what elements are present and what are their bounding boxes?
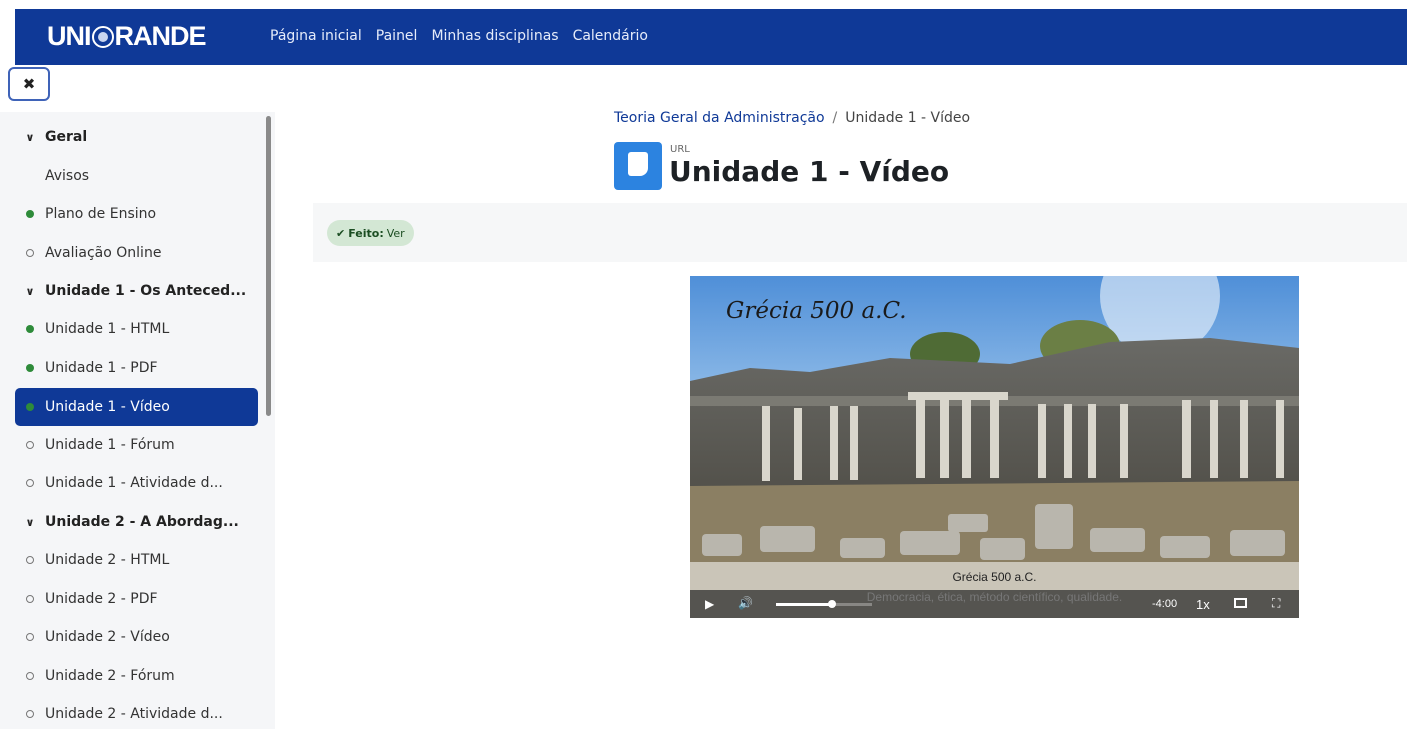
sidebar-item-label: Unidade 2 - Vídeo: [45, 629, 170, 645]
incomplete-circle-icon: [26, 441, 34, 449]
sidebar-item-label: Unidade 2 - Fórum: [45, 668, 175, 684]
sidebar-item-plano-de-ensino[interactable]: Plano de Ensino: [15, 195, 258, 233]
video-overlay-title: Grécia 500 a.C.: [726, 298, 907, 324]
nav-home[interactable]: Página inicial: [270, 28, 362, 44]
completion-badge: ✔ Feito: Ver: [327, 220, 414, 246]
close-icon: ✖: [22, 75, 36, 93]
sidebar-scrollbar[interactable]: [266, 116, 271, 416]
sidebar-item-label: Unidade 2 - Atividade d...: [45, 706, 223, 722]
sidebar-item-label: Plano de Ensino: [45, 206, 157, 222]
sidebar-item-unidade-1-atividade[interactable]: Unidade 1 - Atividade d...: [15, 464, 258, 502]
course-index-sidebar: ∨ Geral Avisos Plano de Ensino Avaliação…: [0, 112, 275, 729]
unigrande-logo[interactable]: UNI RANDE: [47, 21, 207, 52]
sidebar-section-geral[interactable]: ∨ Geral: [15, 118, 258, 156]
incomplete-circle-icon: [26, 633, 34, 641]
sidebar-section-unidade-2[interactable]: ∨ Unidade 2 - A Abordag...: [15, 503, 258, 541]
sidebar-item-unidade-2-forum[interactable]: Unidade 2 - Fórum: [15, 657, 258, 695]
completed-dot-icon: [26, 364, 34, 372]
url-activity-icon: [614, 142, 662, 190]
incomplete-circle-icon: [26, 710, 34, 718]
sidebar-item-label: Unidade 1 - HTML: [45, 321, 170, 337]
sidebar-item-label: Unidade 2 - PDF: [45, 591, 158, 607]
caption-line-1: Grécia 500 a.C.: [952, 570, 1037, 584]
incomplete-circle-icon: [26, 249, 34, 257]
completed-dot-icon: [26, 403, 34, 411]
check-icon: ✔: [336, 226, 346, 240]
sidebar-item-label: Unidade 1 - Atividade d...: [45, 475, 223, 491]
sidebar-item-label: Unidade 2 - A Abordag...: [45, 514, 239, 530]
caption-line-2: Democracia, ética, método científico, qu…: [866, 590, 1123, 604]
sidebar-section-unidade-1[interactable]: ∨ Unidade 1 - Os Anteced...: [15, 272, 258, 310]
sidebar-item-unidade-2-video[interactable]: Unidade 2 - Vídeo: [15, 618, 258, 656]
logo-text-right: RANDE: [114, 21, 207, 51]
sidebar-item-label: Unidade 1 - Vídeo: [45, 399, 170, 415]
sidebar-item-unidade-2-atividade[interactable]: Unidade 2 - Atividade d...: [15, 695, 258, 729]
sidebar-item-unidade-2-pdf[interactable]: Unidade 2 - PDF: [15, 580, 258, 618]
sidebar-item-label: Unidade 1 - Os Anteced...: [45, 283, 247, 299]
incomplete-circle-icon: [26, 672, 34, 680]
activity-type-label: URL: [670, 144, 690, 155]
top-navbar: UNI RANDE Página inicial Painel Minhas d…: [15, 9, 1407, 65]
activity-completion-bar: [313, 203, 1407, 262]
sidebar-item-label: Unidade 1 - Fórum: [45, 437, 175, 453]
chevron-down-icon: ∨: [25, 130, 35, 144]
completed-dot-icon: [26, 210, 34, 218]
breadcrumb-separator: /: [832, 110, 838, 126]
sidebar-item-label: Avaliação Online: [45, 245, 162, 261]
completion-label: Feito:: [348, 226, 384, 240]
sidebar-item-label: Unidade 1 - PDF: [45, 360, 158, 376]
nav-my-courses[interactable]: Minhas disciplinas: [431, 28, 558, 44]
incomplete-circle-icon: [26, 479, 34, 487]
video-player[interactable]: Grécia 500 a.C. Grécia 500 a.C. ▶ 🔊 -4:0…: [690, 276, 1299, 618]
logo-text-left: UNI: [47, 21, 91, 51]
sidebar-item-unidade-1-html[interactable]: Unidade 1 - HTML: [15, 310, 258, 348]
close-drawer-button[interactable]: ✖: [8, 67, 50, 101]
sidebar-item-label: Geral: [45, 129, 88, 145]
sidebar-item-unidade-2-html[interactable]: Unidade 2 - HTML: [15, 541, 258, 579]
nav-calendar[interactable]: Calendário: [573, 28, 648, 44]
breadcrumb-course-link[interactable]: Teoria Geral da Administração: [614, 110, 825, 126]
chevron-down-icon: ∨: [25, 284, 35, 298]
primary-nav: Página inicial Painel Minhas disciplinas…: [270, 28, 648, 44]
completion-value: Ver: [386, 226, 405, 240]
nav-dashboard[interactable]: Painel: [376, 28, 418, 44]
chevron-down-icon: ∨: [25, 515, 35, 529]
incomplete-circle-icon: [26, 556, 34, 564]
breadcrumb-current: Unidade 1 - Vídeo: [845, 110, 971, 126]
seal-icon: [91, 25, 114, 48]
page-title: Unidade 1 - Vídeo: [669, 155, 950, 188]
sidebar-item-unidade-1-video[interactable]: Unidade 1 - Vídeo: [15, 388, 258, 426]
breadcrumb: Teoria Geral da Administração / Unidade 1 …: [614, 110, 970, 126]
sidebar-item-unidade-1-forum[interactable]: Unidade 1 - Fórum: [15, 426, 258, 464]
completed-dot-icon: [26, 325, 34, 333]
incomplete-circle-icon: [26, 595, 34, 603]
sidebar-item-label: Unidade 2 - HTML: [45, 552, 170, 568]
sidebar-item-avisos[interactable]: Avisos: [15, 157, 258, 195]
sidebar-item-unidade-1-pdf[interactable]: Unidade 1 - PDF: [15, 349, 258, 387]
sidebar-item-avaliacao-online[interactable]: Avaliação Online: [15, 234, 258, 272]
sidebar-item-label: Avisos: [45, 168, 90, 184]
